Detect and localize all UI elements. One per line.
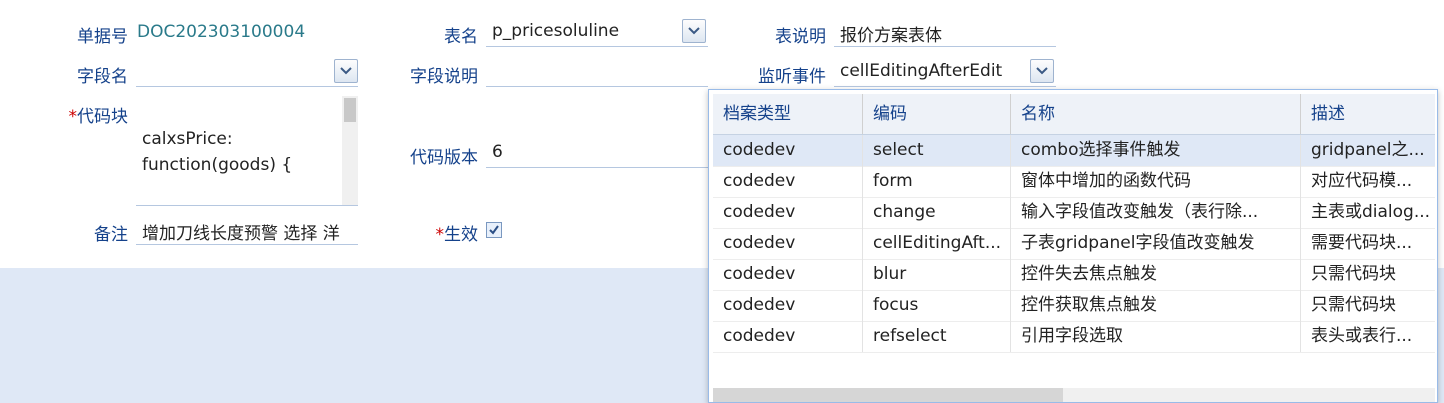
column-header-type[interactable]: 档案类型 — [713, 94, 863, 134]
required-mark: * — [435, 225, 445, 245]
table-name-label: 表名 — [444, 27, 478, 47]
cell-desc: 只需代码块 — [1311, 264, 1396, 284]
cell-name: 窗体中增加的函数代码 — [1011, 166, 1301, 197]
cell-code: change — [863, 197, 1011, 228]
code-block-textarea[interactable]: calxsPrice: function(goods) { — [136, 96, 358, 206]
cell-code: cellEditingAft... — [863, 228, 1011, 259]
cell-name: combo选择事件触发 — [1011, 135, 1301, 166]
cell-name: 控件失去焦点触发 — [1011, 259, 1301, 290]
cell-code: refselect — [863, 321, 1011, 352]
cell-desc: 需要代码块... — [1311, 233, 1413, 253]
cell-desc: 对应代码模... — [1311, 171, 1413, 191]
chevron-down-icon — [340, 67, 352, 75]
required-mark: * — [68, 107, 78, 127]
field-name-dropdown-button[interactable] — [334, 59, 358, 83]
cell-type: codedev — [713, 321, 863, 352]
field-desc-field[interactable] — [486, 57, 708, 87]
field-name-combo[interactable] — [136, 57, 358, 87]
grid-horizontal-scrollbar[interactable] — [713, 388, 1435, 402]
chevron-down-icon — [1036, 67, 1048, 75]
column-header-name[interactable]: 名称 — [1011, 94, 1301, 134]
remark-label: 备注 — [94, 225, 128, 245]
doc-no-label: 单据号 — [77, 27, 128, 47]
code-version-value: 6 — [492, 142, 503, 162]
listen-event-combo[interactable]: cellEditingAfterEdit — [834, 57, 1056, 87]
code-block-label: *代码块 — [50, 102, 129, 127]
table-name-combo[interactable]: p_pricesoluline — [486, 17, 708, 47]
cell-code: blur — [863, 259, 1011, 290]
table-row[interactable]: codedev change 输入字段值改变触发（表行除... 主表或dialo… — [713, 197, 1435, 229]
cell-type: codedev — [713, 135, 863, 166]
checkmark-icon — [489, 225, 499, 235]
listen-event-dropdown-button[interactable] — [1030, 59, 1054, 83]
event-dropdown-list[interactable]: 档案类型 编码 名称 描述 codedev select combo选择事件触发… — [708, 89, 1438, 403]
table-row[interactable]: codedev cellEditingAft... 子表gridpanel字段值… — [713, 228, 1435, 260]
table-row[interactable]: codedev blur 控件失去焦点触发 只需代码块 — [713, 259, 1435, 291]
cell-type: codedev — [713, 228, 863, 259]
cell-name: 子表gridpanel字段值改变触发 — [1011, 228, 1301, 259]
table-desc-value: 报价方案表体 — [840, 26, 942, 46]
table-name-dropdown-button[interactable] — [682, 19, 706, 43]
table-row[interactable]: codedev form 窗体中增加的函数代码 对应代码模... — [713, 166, 1435, 198]
listen-event-value: cellEditingAfterEdit — [840, 61, 1003, 81]
code-block-label-text: 代码块 — [77, 107, 128, 127]
table-desc-field[interactable]: 报价方案表体 — [834, 17, 1056, 47]
cell-code: focus — [863, 290, 1011, 321]
cell-desc: gridpanel之... — [1311, 140, 1425, 160]
listen-event-label: 监听事件 — [758, 67, 826, 87]
field-name-label: 字段名 — [77, 67, 128, 87]
column-header-code[interactable]: 编码 — [863, 94, 1011, 134]
active-checkbox[interactable] — [486, 222, 502, 238]
remark-field[interactable]: 增加刀线长度预警 选择 洋 — [136, 215, 358, 245]
table-row[interactable]: codedev refselect 引用字段选取 表头或表行... — [713, 321, 1435, 353]
active-label-text: 生效 — [444, 225, 478, 245]
scrollbar-thumb[interactable] — [713, 388, 1063, 402]
cell-type: codedev — [713, 290, 863, 321]
doc-no-value: DOC202303100004 — [137, 22, 306, 42]
cell-name: 引用字段选取 — [1011, 321, 1301, 352]
cell-desc: 主表或dialog... — [1311, 202, 1431, 222]
cell-desc: 只需代码块 — [1311, 295, 1396, 315]
code-version-field[interactable]: 6 — [486, 138, 708, 168]
grid-header: 档案类型 编码 名称 描述 — [713, 94, 1435, 135]
cell-name: 控件获取焦点触发 — [1011, 290, 1301, 321]
column-header-desc[interactable]: 描述 — [1301, 94, 1435, 134]
cell-type: codedev — [713, 166, 863, 197]
code-block-scrollbar[interactable] — [342, 96, 358, 205]
cell-name: 输入字段值改变触发（表行除... — [1011, 197, 1301, 228]
code-block-value: calxsPrice: function(goods) { — [142, 129, 293, 175]
code-version-label: 代码版本 — [410, 148, 478, 168]
table-name-value: p_pricesoluline — [492, 21, 620, 41]
remark-value: 增加刀线长度预警 选择 洋 — [142, 224, 340, 244]
cell-code: select — [863, 135, 1011, 166]
field-desc-label: 字段说明 — [410, 67, 478, 87]
cell-type: codedev — [713, 197, 863, 228]
chevron-down-icon — [688, 27, 700, 35]
table-row[interactable]: codedev focus 控件获取焦点触发 只需代码块 — [713, 290, 1435, 322]
active-label: *生效 — [400, 220, 479, 245]
cell-desc: 表头或表行... — [1311, 326, 1413, 346]
table-row[interactable]: codedev select combo选择事件触发 gridpanel之... — [713, 135, 1435, 167]
table-desc-label: 表说明 — [775, 27, 826, 47]
scrollbar-thumb[interactable] — [344, 98, 356, 122]
cell-type: codedev — [713, 259, 863, 290]
cell-code: form — [863, 166, 1011, 197]
